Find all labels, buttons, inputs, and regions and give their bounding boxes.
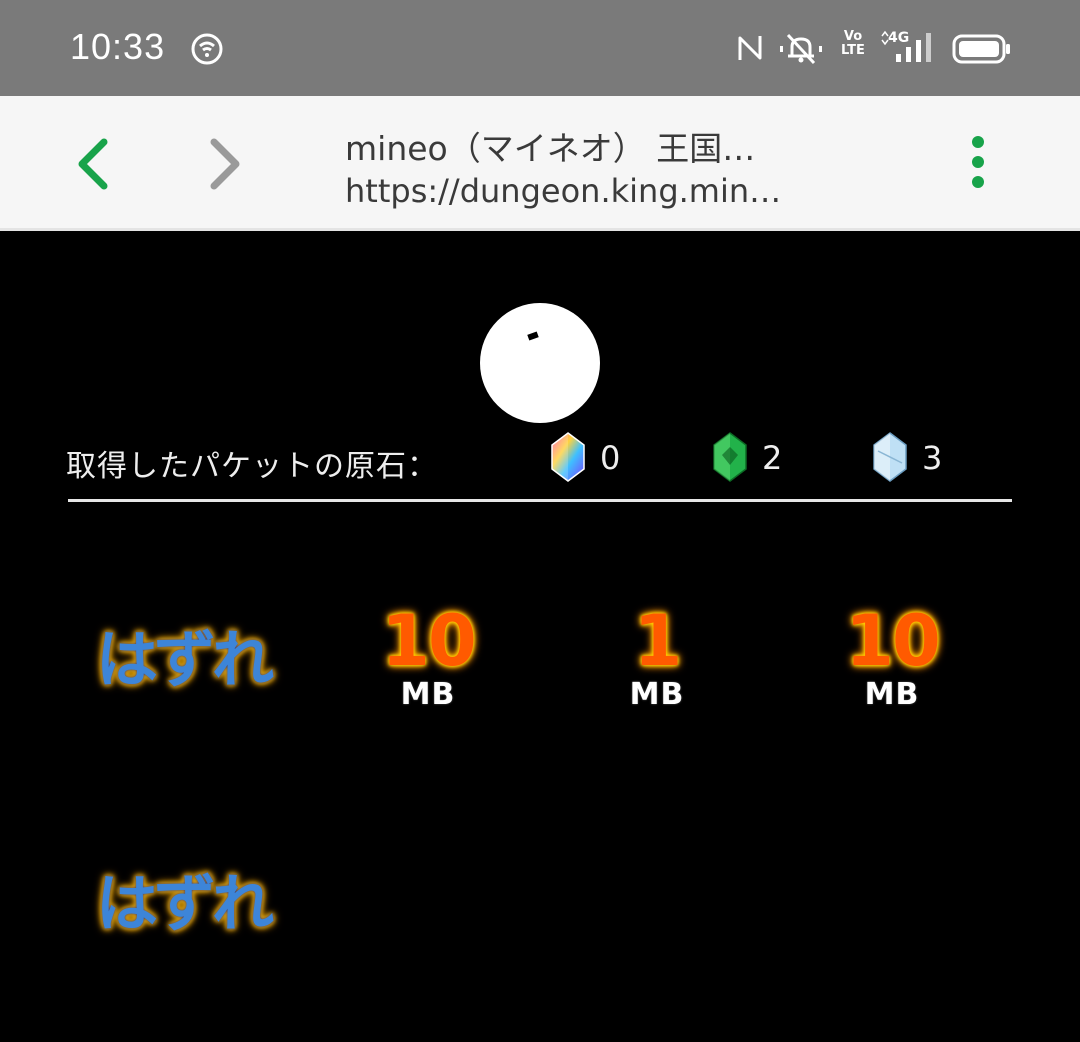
prize-value: 10 <box>845 600 940 682</box>
page-url[interactable]: https://dungeon.king.min… <box>345 172 781 210</box>
signal-4g-icon: 4G <box>878 30 936 66</box>
prize-unit: MB <box>400 677 456 712</box>
more-menu-button[interactable] <box>956 132 1000 196</box>
prize-result: 10 MB <box>834 605 950 712</box>
loading-mark <box>527 331 539 341</box>
rainbow-ore-count: 0 <box>600 439 621 477</box>
prize-result: 1 MB <box>612 605 702 712</box>
hotspot-icon <box>191 33 223 65</box>
loading-indicator <box>480 303 600 423</box>
volte-text: Vo LTE <box>841 29 865 58</box>
volte-icon: Vo LTE <box>840 30 866 66</box>
miss-result: はずれ <box>96 867 274 940</box>
prize-unit: MB <box>864 677 920 712</box>
status-bar: 10:33 Vo LTE 4G <box>0 0 1080 96</box>
ice-ore-icon <box>873 432 907 482</box>
prize-value: 1 <box>633 600 683 682</box>
browser-toolbar: mineo（マイネオ） 王国… https://dungeon.king.min… <box>0 96 1080 231</box>
rainbow-ore-icon <box>551 432 585 482</box>
back-button[interactable] <box>66 136 122 192</box>
prize-value: 10 <box>381 600 476 682</box>
forward-button[interactable] <box>196 136 252 192</box>
silent-icon <box>780 33 822 65</box>
miss-result: はずれ <box>96 623 274 696</box>
game-canvas[interactable]: 取得したパケットの原石： 0 2 3 はずれ 10 MB 1 MB 10 MB … <box>0 231 1080 1042</box>
battery-icon <box>952 34 1010 64</box>
ore-count-label: 取得したパケットの原石： <box>66 449 438 484</box>
ice-ore-count: 3 <box>922 439 943 477</box>
green-ore-icon <box>713 432 747 482</box>
nfc-icon <box>738 36 762 60</box>
prize-unit: MB <box>629 677 685 712</box>
page-title[interactable]: mineo（マイネオ） 王国… <box>345 122 755 170</box>
green-ore-count: 2 <box>762 439 783 477</box>
prize-result: 10 MB <box>370 605 486 712</box>
status-time: 10:33 <box>70 26 166 67</box>
divider <box>68 499 1012 502</box>
